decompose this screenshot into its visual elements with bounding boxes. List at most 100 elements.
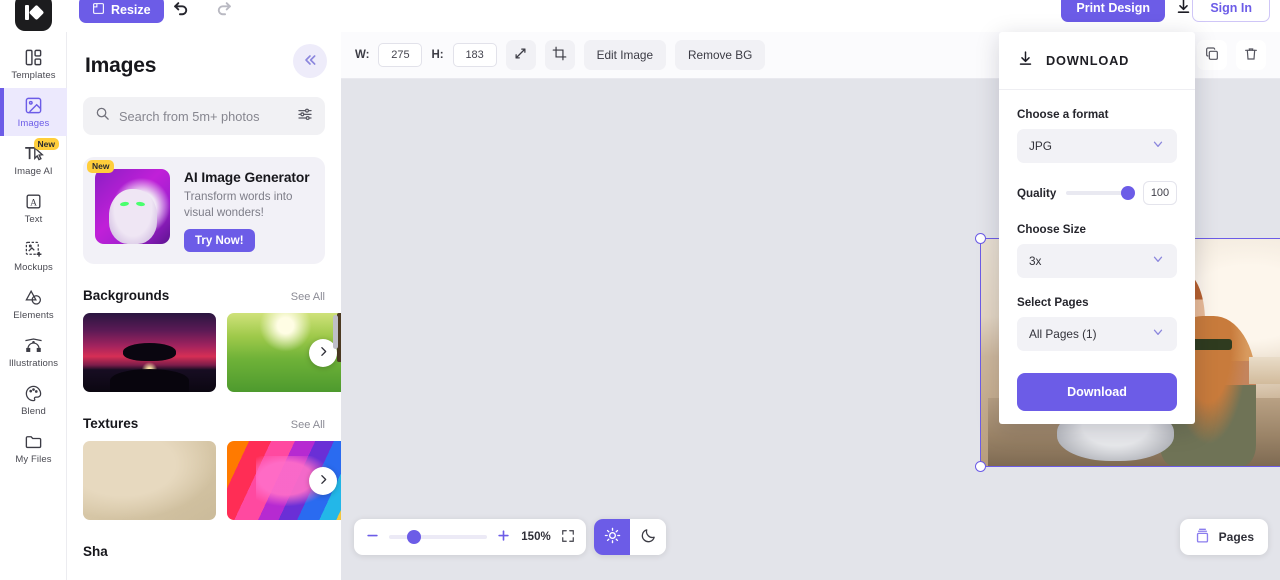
height-input[interactable] xyxy=(452,43,497,67)
sidebar-item-blend[interactable]: Blend xyxy=(0,376,67,424)
sliders-filter-icon[interactable] xyxy=(297,106,313,127)
sidebar-item-elements[interactable]: Elements xyxy=(0,280,67,328)
width-label: W: xyxy=(355,49,370,61)
resize-button[interactable]: Resize xyxy=(79,0,164,23)
left-navigation-rail: Templates Images New Image AI A Text Moc… xyxy=(0,32,67,580)
fit-screen-button[interactable] xyxy=(561,529,575,546)
size-value: 3x xyxy=(1029,254,1042,268)
images-panel: Images Search from 5m+ photos New AI Ima… xyxy=(67,32,341,580)
edit-image-button[interactable]: Edit Image xyxy=(583,40,667,70)
size-select[interactable]: 3x xyxy=(1017,244,1177,278)
promo-text-block: AI Image Generator Transform words into … xyxy=(184,169,313,253)
see-all-backgrounds[interactable]: See All xyxy=(291,291,325,303)
monster-body-shape xyxy=(109,189,157,244)
fit-screen-icon xyxy=(561,529,575,546)
pages-select[interactable]: All Pages (1) xyxy=(1017,317,1177,351)
sidebar-item-templates[interactable]: Templates xyxy=(0,40,67,88)
pages-button[interactable]: Pages xyxy=(1179,519,1268,555)
sidebar-label-my-files: My Files xyxy=(15,454,52,465)
undo-arrow-icon xyxy=(172,0,191,22)
sidebar-item-text[interactable]: A Text xyxy=(0,184,67,232)
redo-button[interactable] xyxy=(210,0,236,24)
search-input[interactable] xyxy=(119,108,288,124)
resize-frame-icon xyxy=(92,2,105,18)
crop-icon xyxy=(552,46,567,64)
try-now-button[interactable]: Try Now! xyxy=(184,229,255,253)
size-label: Choose Size xyxy=(1017,223,1086,236)
textures-section-header: Textures See All xyxy=(83,416,325,431)
sidebar-item-images[interactable]: Images xyxy=(0,88,67,136)
beach-sand-strip xyxy=(1249,357,1280,385)
svg-text:A: A xyxy=(30,198,37,208)
zoom-level-label: 150% xyxy=(521,531,551,543)
illustration-nodes-icon xyxy=(23,335,44,355)
print-design-button[interactable]: Print Design xyxy=(1061,0,1165,22)
search-bar[interactable] xyxy=(83,97,325,135)
plus-icon xyxy=(496,528,511,546)
textures-tile-row xyxy=(83,441,341,521)
quality-slider[interactable] xyxy=(1066,186,1135,200)
image-ai-new-badge: New xyxy=(33,138,59,150)
format-value: JPG xyxy=(1029,139,1052,153)
sidebar-item-image-ai[interactable]: New Image AI xyxy=(0,136,67,184)
see-all-textures[interactable]: See All xyxy=(291,419,325,431)
sidebar-item-illustrations[interactable]: Illustrations xyxy=(0,328,67,376)
dark-theme-button[interactable] xyxy=(630,519,666,555)
resize-handle-top-left[interactable] xyxy=(975,233,986,244)
sidebar-item-my-files[interactable]: My Files xyxy=(0,424,67,472)
sidebar-label-blend: Blend xyxy=(21,406,46,417)
quality-value[interactable]: 100 xyxy=(1143,181,1177,205)
download-icon xyxy=(1017,50,1034,72)
sidebar-label-mockups: Mockups xyxy=(14,262,53,273)
duplicate-button[interactable] xyxy=(1197,40,1227,70)
format-select[interactable]: JPG xyxy=(1017,129,1177,163)
duplicate-copy-icon xyxy=(1204,46,1220,65)
letter-a-box-icon: A xyxy=(24,191,43,211)
download-panel: DOWNLOAD Choose a format JPG Quality 100… xyxy=(999,32,1195,424)
logo-diamond-shape xyxy=(28,4,45,21)
top-header-bar: Resize Print Design Sign In xyxy=(0,0,1280,32)
quality-slider-knob[interactable] xyxy=(1121,186,1135,200)
zoom-out-button[interactable] xyxy=(365,528,380,546)
sign-in-button[interactable]: Sign In xyxy=(1192,0,1270,22)
app-root: Resize Print Design Sign In Templates Im… xyxy=(0,0,1280,580)
section-title-textures: Textures xyxy=(83,416,139,432)
collapse-panel-button[interactable] xyxy=(293,44,327,78)
ai-image-generator-card[interactable]: New AI Image Generator Transform words i… xyxy=(83,157,325,265)
textures-next-button[interactable] xyxy=(309,466,337,495)
pages-value: All Pages (1) xyxy=(1029,327,1097,341)
light-theme-button[interactable] xyxy=(594,519,630,555)
zoom-in-button[interactable] xyxy=(496,528,511,546)
panel-scrollbar-thumb[interactable] xyxy=(333,315,338,349)
zoom-slider-knob[interactable] xyxy=(407,530,421,544)
undo-button[interactable] xyxy=(168,0,194,24)
scale-button[interactable] xyxy=(505,40,536,70)
promo-title: AI Image Generator xyxy=(184,170,310,185)
height-label: H: xyxy=(431,49,444,61)
remove-bg-button[interactable]: Remove BG xyxy=(675,40,766,70)
crop-button[interactable] xyxy=(544,40,575,70)
search-icon xyxy=(95,106,110,126)
resize-handle-bottom-left[interactable] xyxy=(975,461,986,472)
header-download-button[interactable] xyxy=(1172,0,1194,19)
download-panel-body: Choose a format JPG Quality 100 Choose S… xyxy=(999,90,1195,411)
mockup-frame-icon xyxy=(24,239,43,259)
zoom-slider[interactable] xyxy=(389,530,487,544)
tile-sunset-tree-silhouette[interactable] xyxy=(83,313,216,393)
hill-shape xyxy=(109,368,190,393)
page-title: Images xyxy=(85,54,157,77)
folder-icon xyxy=(24,431,43,451)
download-submit-button[interactable]: Download xyxy=(1017,373,1177,411)
delete-button[interactable] xyxy=(1236,40,1266,70)
promo-subtitle: Transform words into visual wonders! xyxy=(184,190,293,219)
zoom-control-bar: 150% xyxy=(354,519,586,555)
tile-beige-paper-texture[interactable] xyxy=(83,441,216,521)
pages-select-label: Select Pages xyxy=(1017,296,1089,309)
chevron-down-icon xyxy=(1151,325,1165,344)
sidebar-item-mockups[interactable]: Mockups xyxy=(0,232,67,280)
width-input[interactable] xyxy=(378,43,423,67)
quality-row: Quality 100 xyxy=(1017,181,1177,205)
section-title-backgrounds: Backgrounds xyxy=(83,288,170,304)
chevron-down-icon xyxy=(1151,252,1165,271)
app-logo[interactable] xyxy=(15,0,52,31)
